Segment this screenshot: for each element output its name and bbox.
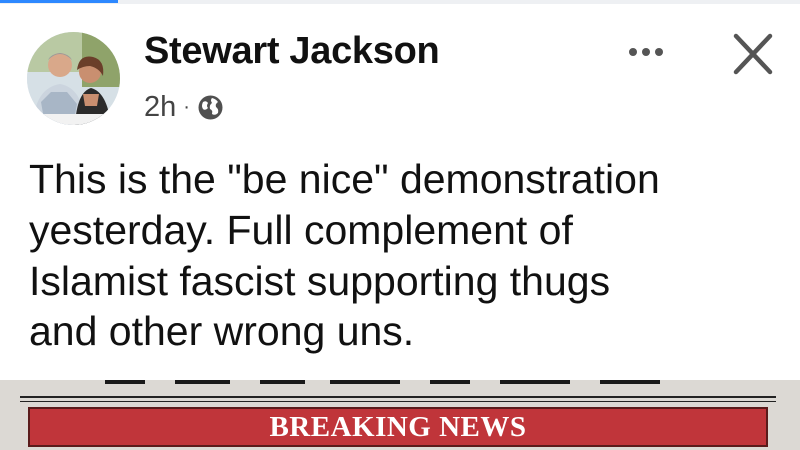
active-tab-indicator [0,0,118,3]
meta-separator: · [183,95,190,118]
breaking-news-text: BREAKING NEWS [269,410,527,443]
divider-rule [20,401,776,402]
close-button[interactable] [726,32,778,76]
breaking-news-banner: BREAKING NEWS [28,407,768,447]
more-icon-dot [629,48,637,56]
attached-image[interactable]: BREAKING NEWS [0,380,800,450]
more-icon-dot [655,48,663,56]
avatar-photo [27,32,120,125]
post-time[interactable]: 2h [144,91,176,124]
post-text: This is the "be nice" demonstration yest… [29,156,660,355]
more-options-button[interactable] [616,34,676,70]
post-meta: 2h · [144,91,224,123]
more-icon-dot [642,48,650,56]
globe-icon[interactable] [197,94,224,121]
facebook-post: Stewart Jackson 2h · This is the "be nic… [0,4,800,380]
close-icon [733,33,773,75]
author-name[interactable]: Stewart Jackson [144,30,440,73]
avatar[interactable] [27,32,120,125]
divider-rule [20,396,776,398]
masthead-fragment [105,380,660,384]
